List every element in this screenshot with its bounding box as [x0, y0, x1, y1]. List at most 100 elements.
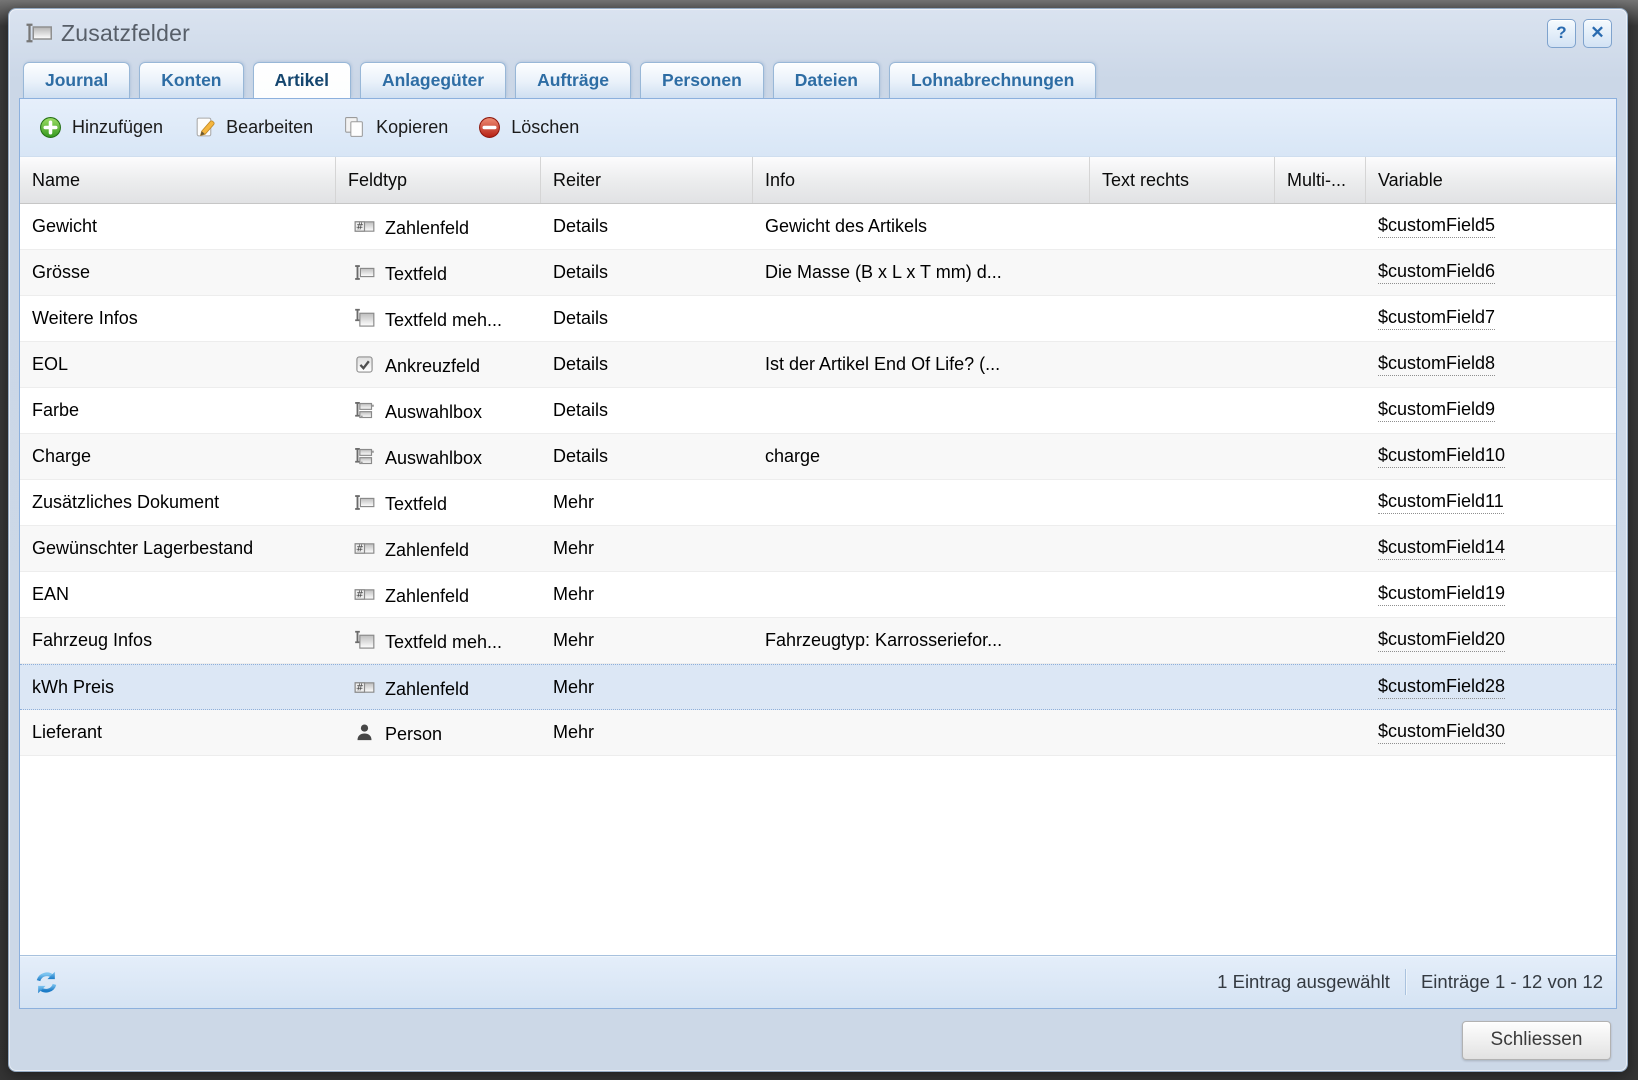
table-row-ean[interactable]: EAN#ZahlenfeldMehr$customField19 — [20, 572, 1616, 618]
cell-text: kWh Preis — [32, 677, 114, 698]
table-header: NameFeldtypReiter Info Text rechts Multi-..… — [20, 157, 1616, 204]
table-row-lieferant[interactable]: LieferantPersonMehr$customField30 — [20, 710, 1616, 756]
window-title: Zusatzfelder — [61, 20, 1547, 47]
cell-multi — [1275, 572, 1366, 617]
cell-reiter: Mehr — [541, 665, 753, 709]
table-row-farbe[interactable]: FarbeAuswahlboxDetails$customField9 — [20, 388, 1616, 434]
cell-reiter: Mehr — [541, 572, 753, 617]
cell-info: Die Masse (B x L x T mm) d... — [753, 250, 1090, 295]
tab-label: Konten — [161, 70, 221, 91]
svg-text:#: # — [355, 544, 363, 555]
table-row-kwh-preis[interactable]: kWh Preis#ZahlenfeldMehr$customField28 — [20, 664, 1616, 710]
cell-variable: $customField19 — [1366, 572, 1616, 617]
column-header-label: Info — [765, 170, 795, 191]
cell-info — [753, 296, 1090, 341]
column-header-reiter[interactable]: Reiter — [541, 157, 753, 203]
table-row-zusätzliches-dokument[interactable]: Zusätzliches DokumentTextfeldMehr$custom… — [20, 480, 1616, 526]
tab-aufträge[interactable]: Aufträge — [515, 62, 631, 98]
cell-text: Ist der Artikel End Of Life? (... — [765, 354, 1000, 375]
tab-anlagegüter[interactable]: Anlagegüter — [360, 62, 506, 98]
column-header-info[interactable]: Info — [753, 157, 1090, 203]
cell-variable: $customField8 — [1366, 342, 1616, 387]
tab-journal[interactable]: Journal — [23, 62, 130, 98]
table-row-grösse[interactable]: GrösseTextfeldDetailsDie Masse (B x L x … — [20, 250, 1616, 296]
cell-info — [753, 710, 1090, 755]
grid-toolbar: Hinzufügen Bearbeiten Kopieren Löschen — [20, 99, 1616, 157]
tab-lohnabrechnungen[interactable]: Lohnabrechnungen — [889, 62, 1096, 98]
tab-label: Artikel — [275, 70, 329, 91]
tab-label: Journal — [45, 70, 108, 91]
cell-text: Die Masse (B x L x T mm) d... — [765, 262, 1002, 283]
cell-variable: $customField6 — [1366, 250, 1616, 295]
variable-text: $customField19 — [1378, 583, 1505, 606]
tab-label: Aufträge — [537, 70, 609, 91]
textarea-icon — [353, 308, 375, 330]
copy-icon — [343, 116, 366, 139]
text-field-icon — [353, 262, 375, 284]
table-row-weitere-infos[interactable]: Weitere InfosTextfeld meh...Details$cust… — [20, 296, 1616, 342]
table-row-gewicht[interactable]: Gewicht#ZahlenfeldDetailsGewicht des Art… — [20, 204, 1616, 250]
cell-text_rechts — [1090, 296, 1275, 341]
table-row-eol[interactable]: EOLAnkreuzfeldDetailsIst der Artikel End… — [20, 342, 1616, 388]
cell-variable: $customField30 — [1366, 710, 1616, 755]
schliessen-button[interactable]: Schliessen — [1462, 1021, 1611, 1060]
cell-variable: $customField5 — [1366, 204, 1616, 249]
cell-reiter: Details — [541, 250, 753, 295]
cell-multi — [1275, 250, 1366, 295]
cell-text: Farbe — [32, 400, 79, 421]
cell-multi — [1275, 204, 1366, 249]
cell-name: Zusätzliches Dokument — [20, 480, 336, 525]
feldtyp-label: Ankreuzfeld — [385, 356, 480, 377]
help-button[interactable]: ? — [1547, 19, 1576, 48]
column-header-variable[interactable]: Variable — [1366, 157, 1616, 203]
delete-icon — [478, 116, 501, 139]
window-tools: ? ✕ — [1547, 19, 1612, 48]
table-row-fahrzeug-infos[interactable]: Fahrzeug InfosTextfeld meh...MehrFahrzeu… — [20, 618, 1616, 664]
cell-text_rechts — [1090, 204, 1275, 249]
table-row-gewünschter-lagerbestand[interactable]: Gewünschter Lagerbestand#ZahlenfeldMehr$… — [20, 526, 1616, 572]
column-header-label: Multi-... — [1287, 170, 1346, 191]
add-icon — [39, 116, 62, 139]
column-header-multi[interactable]: Multi-... — [1275, 157, 1366, 203]
bearbeiten-button[interactable]: Bearbeiten — [183, 111, 323, 144]
status-bar: 1 Eintrag ausgewählt Einträge 1 - 12 von… — [20, 955, 1616, 1008]
refresh-icon[interactable] — [33, 969, 60, 996]
löschen-button[interactable]: Löschen — [468, 111, 589, 144]
cell-text_rechts — [1090, 388, 1275, 433]
cell-text: Lieferant — [32, 722, 102, 743]
column-header-feldtyp[interactable]: Feldtyp — [336, 157, 541, 203]
tab-dateien[interactable]: Dateien — [773, 62, 880, 98]
cell-reiter: Details — [541, 204, 753, 249]
cell-variable: $customField28 — [1366, 665, 1616, 709]
cell-text: Details — [553, 354, 608, 375]
tab-personen[interactable]: Personen — [640, 62, 764, 98]
cell-reiter: Details — [541, 296, 753, 341]
cell-text: Weitere Infos — [32, 308, 138, 329]
column-header-text-rechts[interactable]: Text rechts — [1090, 157, 1275, 203]
cell-text: Mehr — [553, 630, 594, 651]
number-field-icon: # — [353, 538, 375, 560]
cell-text: Mehr — [553, 584, 594, 605]
column-header-name[interactable]: Name — [20, 157, 336, 203]
cell-feldtyp: #Zahlenfeld — [336, 572, 541, 617]
tab-bar: Journal Konten Artikel Anlagegüter Aufträge P… — [9, 57, 1627, 98]
cell-text: Fahrzeugtyp: Karrosseriefor... — [765, 630, 1002, 651]
close-icon[interactable]: ✕ — [1583, 19, 1612, 48]
cell-feldtyp: Textfeld — [336, 250, 541, 295]
feldtyp-label: Textfeld meh... — [385, 310, 502, 331]
cell-name: Charge — [20, 434, 336, 479]
combobox-icon — [353, 400, 375, 422]
selected-count-text: 1 Eintrag ausgewählt — [1217, 971, 1390, 993]
toolbar-button-label: Hinzufügen — [72, 117, 163, 138]
table-row-charge[interactable]: ChargeAuswahlboxDetailscharge$customFiel… — [20, 434, 1616, 480]
kopieren-button[interactable]: Kopieren — [333, 111, 458, 144]
tab-konten[interactable]: Konten — [139, 62, 243, 98]
tab-artikel[interactable]: Artikel — [253, 62, 351, 98]
cell-reiter: Mehr — [541, 618, 753, 663]
hinzufügen-button[interactable]: Hinzufügen — [29, 111, 173, 144]
feldtyp-label: Textfeld meh... — [385, 632, 502, 653]
number-field-icon: # — [353, 676, 375, 698]
window-titlebar[interactable]: Zusatzfelder ? ✕ — [9, 9, 1627, 57]
variable-text: $customField11 — [1378, 491, 1504, 514]
cell-feldtyp: Auswahlbox — [336, 434, 541, 479]
